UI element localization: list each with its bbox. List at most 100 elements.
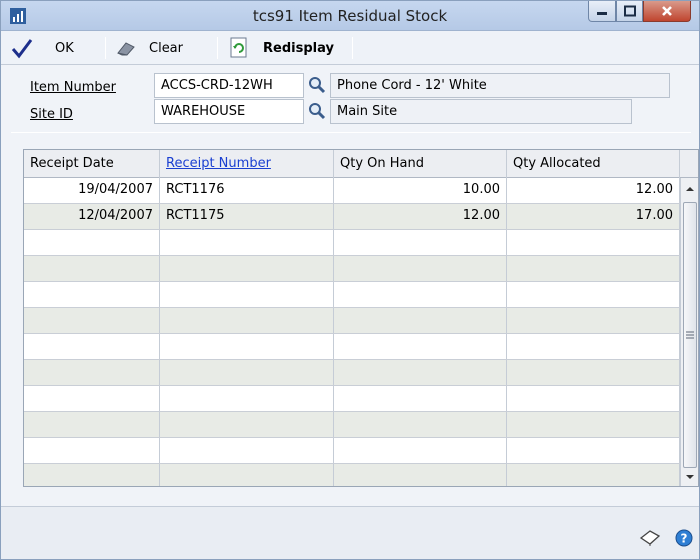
table-row[interactable] — [24, 412, 680, 438]
cell-qty-on-hand[interactable]: 10.00 — [334, 178, 507, 203]
redisplay-icon — [230, 37, 247, 58]
clear-button[interactable]: Clear — [115, 31, 183, 65]
item-description: Phone Cord - 12' White — [330, 73, 670, 98]
cell-receipt-date[interactable]: 12/04/2007 — [24, 204, 160, 229]
scroll-down-icon[interactable] — [685, 472, 695, 482]
table-row[interactable] — [24, 438, 680, 464]
redisplay-label: Redisplay — [263, 40, 334, 56]
table-row[interactable] — [24, 386, 680, 412]
scrollbar-thumb[interactable] — [683, 202, 697, 468]
maximize-button[interactable] — [616, 1, 643, 22]
cell-receipt-number[interactable] — [160, 438, 334, 463]
column-header-qty-on-hand[interactable]: Qty On Hand — [334, 150, 507, 178]
cell-qty-allocated[interactable]: 12.00 — [507, 178, 680, 203]
site-id-field[interactable]: WAREHOUSE — [154, 99, 304, 124]
minimize-button[interactable] — [588, 1, 616, 22]
minimize-icon — [597, 12, 607, 15]
clear-label: Clear — [149, 40, 183, 56]
toolbar: OK Clear Redisplay — [1, 31, 699, 65]
scroll-up-icon[interactable] — [685, 184, 695, 194]
cell-qty-allocated[interactable] — [507, 412, 680, 437]
cell-receipt-number[interactable] — [160, 230, 334, 255]
cell-qty-allocated[interactable] — [507, 438, 680, 463]
column-header-receipt-number[interactable]: Receipt Number — [160, 150, 334, 178]
svg-text:?: ? — [681, 532, 688, 546]
cell-receipt-number[interactable] — [160, 334, 334, 359]
table-row[interactable]: 12/04/2007 RCT1175 12.00 17.00 — [24, 204, 680, 230]
cell-qty-allocated[interactable] — [507, 464, 680, 486]
cell-receipt-date[interactable] — [24, 386, 160, 411]
redisplay-button[interactable]: Redisplay — [229, 31, 334, 65]
lookup-icon[interactable] — [307, 101, 327, 121]
cell-receipt-date[interactable] — [24, 282, 160, 307]
vertical-scrollbar[interactable] — [680, 178, 698, 486]
table-row[interactable] — [24, 230, 680, 256]
table-row[interactable] — [24, 334, 680, 360]
table-row[interactable]: 19/04/2007 RCT1176 10.00 12.00 — [24, 178, 680, 204]
cell-receipt-date[interactable]: 19/04/2007 — [24, 178, 160, 203]
cell-receipt-date[interactable] — [24, 360, 160, 385]
cell-qty-on-hand[interactable] — [334, 334, 507, 359]
cell-receipt-number[interactable]: RCT1176 — [160, 178, 334, 203]
cell-receipt-date[interactable] — [24, 464, 160, 486]
cell-receipt-date[interactable] — [24, 412, 160, 437]
cell-qty-allocated[interactable] — [507, 360, 680, 385]
site-id-label[interactable]: Site ID — [30, 107, 73, 122]
cell-receipt-date[interactable] — [24, 438, 160, 463]
cell-qty-on-hand[interactable] — [334, 464, 507, 486]
cell-receipt-number[interactable] — [160, 464, 334, 486]
item-number-label[interactable]: Item Number — [30, 80, 116, 95]
table-row[interactable] — [24, 256, 680, 282]
cell-qty-allocated[interactable] — [507, 256, 680, 281]
cell-receipt-number[interactable] — [160, 256, 334, 281]
cell-qty-on-hand[interactable] — [334, 438, 507, 463]
cell-receipt-number[interactable] — [160, 308, 334, 333]
table-row[interactable] — [24, 360, 680, 386]
cell-qty-on-hand[interactable]: 12.00 — [334, 204, 507, 229]
cell-qty-on-hand[interactable] — [334, 230, 507, 255]
ok-check-icon — [11, 39, 33, 59]
note-icon[interactable] — [639, 529, 661, 547]
cell-receipt-number[interactable] — [160, 360, 334, 385]
close-icon — [662, 6, 672, 16]
cell-qty-allocated[interactable] — [507, 282, 680, 307]
column-header-qty-allocated[interactable]: Qty Allocated — [507, 150, 680, 178]
table-row[interactable] — [24, 282, 680, 308]
cell-qty-on-hand[interactable] — [334, 360, 507, 385]
cell-qty-on-hand[interactable] — [334, 282, 507, 307]
column-header-receipt-date[interactable]: Receipt Date — [24, 150, 160, 178]
grip-icon — [686, 331, 694, 339]
table-row[interactable] — [24, 464, 680, 486]
help-icon[interactable]: ? — [675, 529, 693, 547]
cell-receipt-number[interactable] — [160, 386, 334, 411]
toolbar-separator — [352, 37, 353, 59]
cell-qty-allocated[interactable]: 17.00 — [507, 204, 680, 229]
item-residual-stock-window: tcs91 Item Residual Stock OK Clear Redis… — [0, 0, 700, 560]
cell-receipt-date[interactable] — [24, 256, 160, 281]
maximize-icon — [623, 5, 636, 17]
cell-receipt-date[interactable] — [24, 230, 160, 255]
cell-receipt-number[interactable] — [160, 282, 334, 307]
cell-qty-on-hand[interactable] — [334, 308, 507, 333]
cell-qty-on-hand[interactable] — [334, 256, 507, 281]
clear-eraser-icon — [117, 42, 135, 56]
table-row[interactable] — [24, 308, 680, 334]
title-bar: tcs91 Item Residual Stock — [1, 1, 699, 31]
cell-qty-allocated[interactable] — [507, 308, 680, 333]
cell-qty-allocated[interactable] — [507, 230, 680, 255]
cell-receipt-number[interactable]: RCT1175 — [160, 204, 334, 229]
ok-button[interactable]: OK — [11, 31, 74, 65]
cell-receipt-date[interactable] — [24, 308, 160, 333]
residual-stock-grid[interactable]: Receipt Date Receipt Number Qty On Hand … — [23, 149, 699, 487]
close-button[interactable] — [643, 1, 691, 22]
cell-qty-allocated[interactable] — [507, 386, 680, 411]
lookup-icon[interactable] — [307, 75, 327, 95]
cell-qty-on-hand[interactable] — [334, 412, 507, 437]
toolbar-separator — [217, 37, 218, 59]
cell-qty-on-hand[interactable] — [334, 386, 507, 411]
item-number-field[interactable]: ACCS-CRD-12WH — [154, 73, 304, 98]
section-divider — [11, 132, 691, 133]
cell-receipt-date[interactable] — [24, 334, 160, 359]
cell-qty-allocated[interactable] — [507, 334, 680, 359]
cell-receipt-number[interactable] — [160, 412, 334, 437]
